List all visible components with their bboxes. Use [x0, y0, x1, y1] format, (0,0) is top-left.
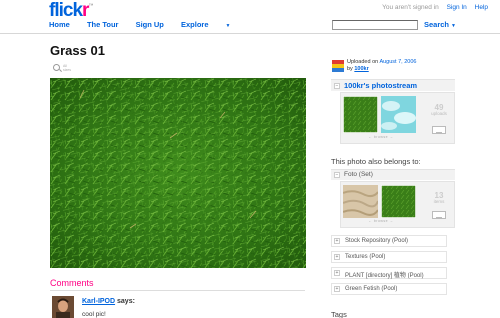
nav-sign-up[interactable]: Sign Up — [136, 20, 164, 29]
comment-says: says: — [117, 298, 135, 305]
collapse-icon[interactable]: − — [334, 172, 340, 178]
comments-heading: Comments — [50, 278, 94, 288]
photostream-header[interactable]: − 100kr's photostream — [331, 79, 455, 91]
uploader-link[interactable]: 100kr — [354, 66, 368, 72]
set-thumb-grass[interactable] — [381, 185, 416, 218]
explore-dropdown-icon[interactable]: ▼ — [226, 23, 231, 29]
set-title[interactable]: Foto (Set) — [344, 171, 373, 178]
comment-avatar[interactable] — [52, 296, 74, 318]
help-link[interactable]: Help — [475, 4, 488, 11]
nav-the-tour[interactable]: The Tour — [87, 20, 119, 29]
expand-icon[interactable]: + — [334, 238, 340, 244]
comment-text: cool pic! — [82, 311, 106, 318]
photostream-browse[interactable]: ← browse → — [345, 135, 417, 139]
buddy-icon — [52, 296, 74, 318]
photostream-context: ← browse → 49 uploads — [340, 92, 455, 144]
comments-divider — [50, 290, 305, 291]
search-button[interactable]: Search ▼ — [424, 20, 456, 29]
all-sizes-label: All sizes — [63, 64, 71, 72]
collapse-icon[interactable]: − — [334, 83, 340, 89]
photostream-thumb-grass[interactable] — [343, 96, 378, 133]
photostream-count: 49 uploads — [431, 103, 447, 116]
photostream-title[interactable]: 100kr's photostream — [344, 81, 417, 90]
main-nav: Home The Tour Sign Up Explore ▼ — [49, 20, 230, 29]
flickr-logo[interactable]: flickr™ — [49, 0, 93, 22]
pool-item[interactable]: + Green Fetish (Pool) — [331, 283, 447, 295]
belongs-heading: This photo also belongs to: — [331, 157, 421, 166]
uploader-buddy-icon[interactable] — [332, 59, 344, 72]
all-sizes-tool[interactable]: All sizes — [53, 64, 73, 78]
slideshow-icon[interactable] — [432, 126, 446, 134]
search-dropdown-icon[interactable]: ▼ — [451, 23, 456, 29]
signed-status: You aren't signed in — [382, 4, 439, 11]
photo-title: Grass 01 — [50, 43, 105, 58]
slideshow-icon[interactable] — [432, 211, 446, 219]
sign-in-link[interactable]: Sign In — [447, 4, 467, 11]
main-photo[interactable] — [50, 78, 306, 268]
photostream-thumb-sky[interactable] — [381, 96, 416, 133]
upload-date-link[interactable]: August 7, 2006 — [379, 59, 416, 65]
set-context: ← browse → 13 items — [340, 181, 455, 228]
magnifier-icon — [53, 64, 60, 71]
comment-author-link[interactable]: Karl-IPOD — [82, 298, 115, 305]
pool-item[interactable]: + PLANT [directory] 植物 (Pool) — [331, 267, 447, 279]
set-header[interactable]: − Foto (Set) — [331, 169, 455, 180]
set-browse[interactable]: ← browse → — [345, 219, 417, 223]
set-thumb-sand[interactable] — [343, 185, 378, 218]
tags-heading: Tags — [331, 310, 347, 318]
nav-explore[interactable]: Explore — [181, 20, 209, 29]
search-input[interactable] — [332, 20, 418, 30]
expand-icon[interactable]: + — [334, 270, 340, 276]
top-bar: flickr™ You aren't signed in Sign In Hel… — [0, 0, 500, 34]
grass-image — [50, 78, 306, 268]
pool-item[interactable]: + Stock Repository (Pool) — [331, 235, 447, 247]
upload-info: Uploaded on August 7, 2006 by 100kr — [347, 59, 417, 72]
account-links: You aren't signed in Sign In Help — [382, 4, 488, 11]
expand-icon[interactable]: + — [334, 286, 340, 292]
pool-item[interactable]: + Textures (Pool) — [331, 251, 447, 263]
comment-header: Karl-IPOD says: — [82, 298, 135, 305]
set-count: 13 items — [433, 191, 445, 204]
nav-home[interactable]: Home — [49, 20, 70, 29]
expand-icon[interactable]: + — [334, 254, 340, 260]
